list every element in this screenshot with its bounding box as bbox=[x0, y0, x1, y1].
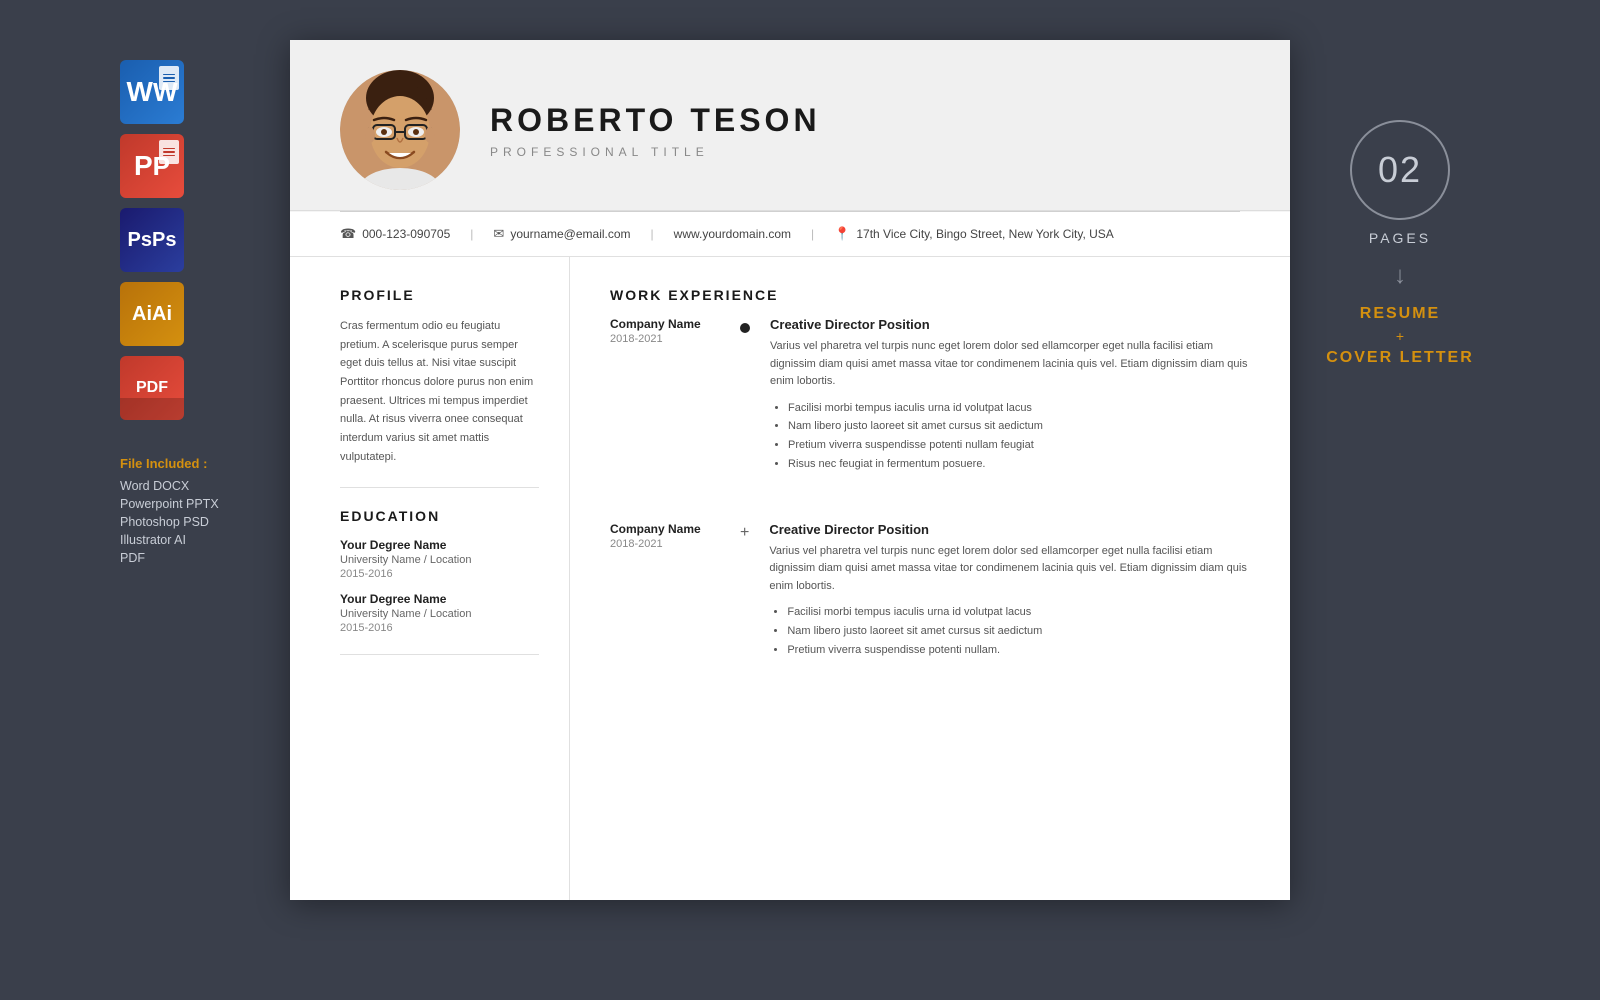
photoshop-icon[interactable]: Ps bbox=[120, 208, 184, 272]
dot-1 bbox=[740, 323, 750, 333]
pages-circle: 02 bbox=[1350, 120, 1450, 220]
university-name-2: University Name / Location bbox=[340, 608, 539, 620]
profile-divider bbox=[340, 487, 539, 488]
cover-letter-badge: COVER LETTER bbox=[1326, 346, 1474, 370]
resume-document: ROBERTO TESON PROFESSIONAL TITLE ☎ 000-1… bbox=[290, 40, 1290, 900]
files-list-item: Word DOCX bbox=[120, 479, 219, 493]
contact-phone: ☎ 000-123-090705 bbox=[340, 226, 450, 242]
person-title: PROFESSIONAL TITLE bbox=[490, 145, 821, 159]
phone-value: 000-123-090705 bbox=[362, 227, 450, 241]
plus-2: + bbox=[740, 524, 749, 542]
contact-sep-2: | bbox=[651, 227, 654, 241]
contact-sep-1: | bbox=[470, 227, 473, 241]
year-range-1: 2015-2016 bbox=[340, 568, 539, 580]
files-list-item: Powerpoint PPTX bbox=[120, 497, 219, 511]
profile-text: Cras fermentum odio eu feugiatu pretium.… bbox=[340, 317, 539, 467]
work-dates-1: 2018-2021 bbox=[610, 333, 720, 345]
profile-section-title: PROFILE bbox=[340, 287, 539, 303]
company-name-1: Company Name bbox=[610, 317, 720, 331]
bullet-1-3: Pretium viverra suspendisse potenti null… bbox=[788, 436, 1250, 455]
year-range-2: 2015-2016 bbox=[340, 622, 539, 634]
name-title-block: ROBERTO TESON PROFESSIONAL TITLE bbox=[490, 102, 821, 159]
plus-label: + bbox=[1396, 328, 1404, 344]
university-name-1: University Name / Location bbox=[340, 554, 539, 566]
files-list-item: PDF bbox=[120, 551, 219, 565]
illustrator-icon[interactable]: Ai bbox=[120, 282, 184, 346]
contact-email: ✉ yourname@email.com bbox=[493, 226, 630, 242]
degree-name-1: Your Degree Name bbox=[340, 538, 539, 552]
education-divider bbox=[340, 654, 539, 655]
location-icon: 📍 bbox=[834, 226, 850, 242]
website-value: www.yourdomain.com bbox=[674, 227, 791, 241]
bullet-2-3: Pretium viverra suspendisse potenti null… bbox=[787, 641, 1250, 660]
education-entry-1: Your Degree Name University Name / Locat… bbox=[340, 538, 539, 580]
person-name: ROBERTO TESON bbox=[490, 102, 821, 139]
email-icon: ✉ bbox=[493, 226, 504, 242]
work-timeline: Company Name 2018-2021 Creative Director… bbox=[610, 317, 1250, 683]
contact-row: ☎ 000-123-090705 | ✉ yourname@email.com … bbox=[290, 212, 1290, 257]
work-right-2: Creative Director Position Varius vel ph… bbox=[769, 522, 1250, 660]
files-included-title: File Included : bbox=[120, 456, 219, 471]
address-value: 17th Vice City, Bingo Street, New York C… bbox=[856, 227, 1113, 241]
file-icons-list: W P Ps bbox=[120, 60, 184, 420]
degree-name-2: Your Degree Name bbox=[340, 592, 539, 606]
contact-sep-3: | bbox=[811, 227, 814, 241]
contact-address: 📍 17th Vice City, Bingo Street, New York… bbox=[834, 226, 1114, 242]
files-list-item: Photoshop PSD bbox=[120, 515, 219, 529]
left-sidebar: W P Ps bbox=[100, 40, 280, 585]
timeline-dot-1 bbox=[740, 317, 750, 474]
bullet-1-1: Facilisi morbi tempus iaculis urna id vo… bbox=[788, 399, 1250, 418]
word-icon[interactable]: W bbox=[120, 60, 184, 124]
work-right-1: Creative Director Position Varius vel ph… bbox=[770, 317, 1250, 474]
arrow-down-icon: ↓ bbox=[1394, 262, 1406, 290]
timeline-plus-2: + bbox=[740, 522, 749, 660]
bullet-1-4: Risus nec feugiat in fermentum posuere. bbox=[788, 455, 1250, 474]
files-included-section: File Included : Word DOCX Powerpoint PPT… bbox=[120, 456, 219, 565]
avatar-image bbox=[340, 70, 460, 190]
work-entry-2: Company Name 2018-2021 + Creative Direct… bbox=[610, 522, 1250, 660]
phone-icon: ☎ bbox=[340, 226, 356, 242]
position-2: Creative Director Position bbox=[769, 522, 1250, 537]
files-list-item: Illustrator AI bbox=[120, 533, 219, 547]
work-section-title: WORK EXPERIENCE bbox=[610, 287, 1250, 303]
work-desc-1: Varius vel pharetra vel turpis nunc eget… bbox=[770, 338, 1250, 391]
resume-header: ROBERTO TESON PROFESSIONAL TITLE bbox=[290, 40, 1290, 211]
email-value: yourname@email.com bbox=[510, 227, 630, 241]
ai-label: Ai bbox=[152, 303, 172, 326]
files-list: Word DOCX Powerpoint PPTX Photoshop PSD … bbox=[120, 479, 219, 565]
work-left-2: Company Name 2018-2021 bbox=[610, 522, 720, 660]
education-section: EDUCATION Your Degree Name University Na… bbox=[340, 508, 539, 655]
work-dates-2: 2018-2021 bbox=[610, 538, 720, 550]
bullet-2-2: Nam libero justo laoreet sit amet cursus… bbox=[787, 622, 1250, 641]
powerpoint-icon[interactable]: P bbox=[120, 134, 184, 198]
pages-number: 02 bbox=[1378, 149, 1422, 191]
company-name-2: Company Name bbox=[610, 522, 720, 536]
right-column: WORK EXPERIENCE Company Name 2018-2021 bbox=[570, 257, 1290, 900]
position-1: Creative Director Position bbox=[770, 317, 1250, 332]
bullet-1-2: Nam libero justo laoreet sit amet cursus… bbox=[788, 417, 1250, 436]
work-entry-1: Company Name 2018-2021 Creative Director… bbox=[610, 317, 1250, 474]
page-wrapper: W P Ps bbox=[100, 40, 1500, 960]
left-column: PROFILE Cras fermentum odio eu feugiatu … bbox=[290, 257, 570, 900]
work-bullets-1: Facilisi morbi tempus iaculis urna id vo… bbox=[770, 399, 1250, 474]
pdf-icon[interactable]: PDF bbox=[120, 356, 184, 420]
work-desc-2: Varius vel pharetra vel turpis nunc eget… bbox=[769, 543, 1250, 596]
right-sidebar: 02 PAGES ↓ RESUME + COVER LETTER bbox=[1300, 40, 1500, 390]
pages-label: PAGES bbox=[1369, 230, 1431, 246]
work-left-1: Company Name 2018-2021 bbox=[610, 317, 720, 474]
contact-website: www.yourdomain.com bbox=[674, 227, 791, 241]
resume-badge: RESUME bbox=[1360, 302, 1440, 326]
education-section-title: EDUCATION bbox=[340, 508, 539, 524]
work-bullets-2: Facilisi morbi tempus iaculis urna id vo… bbox=[769, 603, 1250, 659]
education-entry-2: Your Degree Name University Name / Locat… bbox=[340, 592, 539, 634]
bullet-2-1: Facilisi morbi tempus iaculis urna id vo… bbox=[787, 603, 1250, 622]
resume-main: PROFILE Cras fermentum odio eu feugiatu … bbox=[290, 257, 1290, 900]
avatar bbox=[340, 70, 460, 190]
